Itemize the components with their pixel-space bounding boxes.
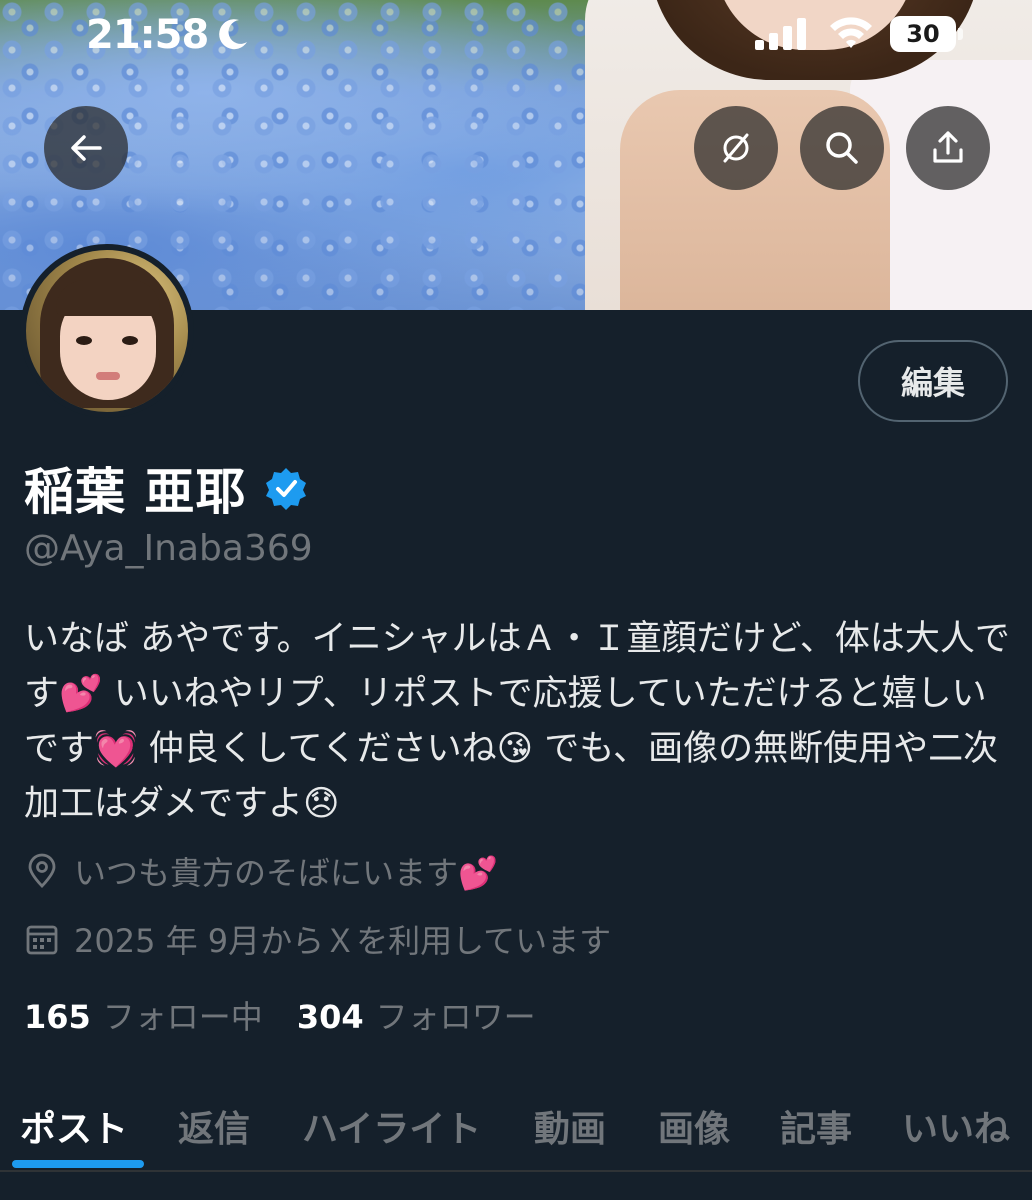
status-time: 21:58 [86, 12, 209, 58]
arrow-left-icon [71, 135, 102, 161]
battery-icon: 30 [890, 16, 964, 52]
tab-highlights[interactable]: ハイライト [302, 1080, 481, 1172]
followers-link[interactable]: 304 フォロワー [297, 992, 536, 1038]
user-handle: @Aya_Inaba369 [24, 528, 313, 569]
profile-tabs: ポスト 返信 ハイライト 動画 画像 記事 いいね [0, 1080, 1032, 1172]
followers-label: フォロワー [375, 998, 536, 1036]
moon-icon [219, 19, 247, 50]
following-link[interactable]: 165 フォロー中 [24, 992, 263, 1038]
tab-videos[interactable]: 動画 [534, 1080, 606, 1172]
edit-profile-button[interactable]: 編集 [858, 340, 1008, 422]
wifi-icon [830, 17, 872, 48]
search-icon [826, 132, 858, 164]
profile-location: いつも貴方のそばにいます💕 [24, 848, 498, 894]
follow-stats: 165 フォロー中 304 フォロワー [24, 992, 536, 1038]
status-bar: 21:58 30 [0, 0, 1032, 70]
profile-joined-date: 2025 年 9月からＸを利用しています [24, 916, 611, 962]
verified-badge-icon[interactable] [264, 466, 308, 510]
following-label: フォロー中 [102, 998, 263, 1036]
tab-replies[interactable]: 返信 [178, 1080, 250, 1172]
calendar-icon [26, 925, 58, 955]
no-sync-icon [723, 133, 749, 163]
name-row: 稲葉 亜耶 [24, 452, 308, 524]
tab-articles[interactable]: 記事 [780, 1080, 852, 1172]
joined-text: 2025 年 9月からＸを利用しています [74, 922, 612, 960]
location-pin-icon [28, 853, 56, 888]
share-button[interactable] [906, 106, 990, 190]
tab-likes[interactable]: いいね [902, 1080, 1010, 1172]
back-button[interactable] [44, 106, 128, 190]
location-text: いつも貴方のそばにいます💕 [74, 854, 498, 892]
following-count: 165 [24, 998, 91, 1036]
unsync-button[interactable] [694, 106, 778, 190]
active-tab-indicator [12, 1160, 144, 1168]
search-button[interactable] [800, 106, 884, 190]
display-name: 稲葉 亜耶 [24, 463, 247, 521]
tab-posts[interactable]: ポスト [20, 1080, 128, 1172]
followers-count: 304 [296, 998, 364, 1036]
avatar[interactable] [20, 244, 194, 418]
tab-photos[interactable]: 画像 [658, 1080, 730, 1172]
tabs-divider [0, 1170, 1032, 1172]
profile-bio: いなば あやです。イニシャルはＡ・Ｉ童顔だけど、体は大人です💕 いいねやリプ、リ… [24, 619, 1010, 824]
cellular-signal-icon [755, 18, 806, 50]
share-icon [933, 131, 963, 163]
battery-level: 30 [890, 16, 956, 52]
